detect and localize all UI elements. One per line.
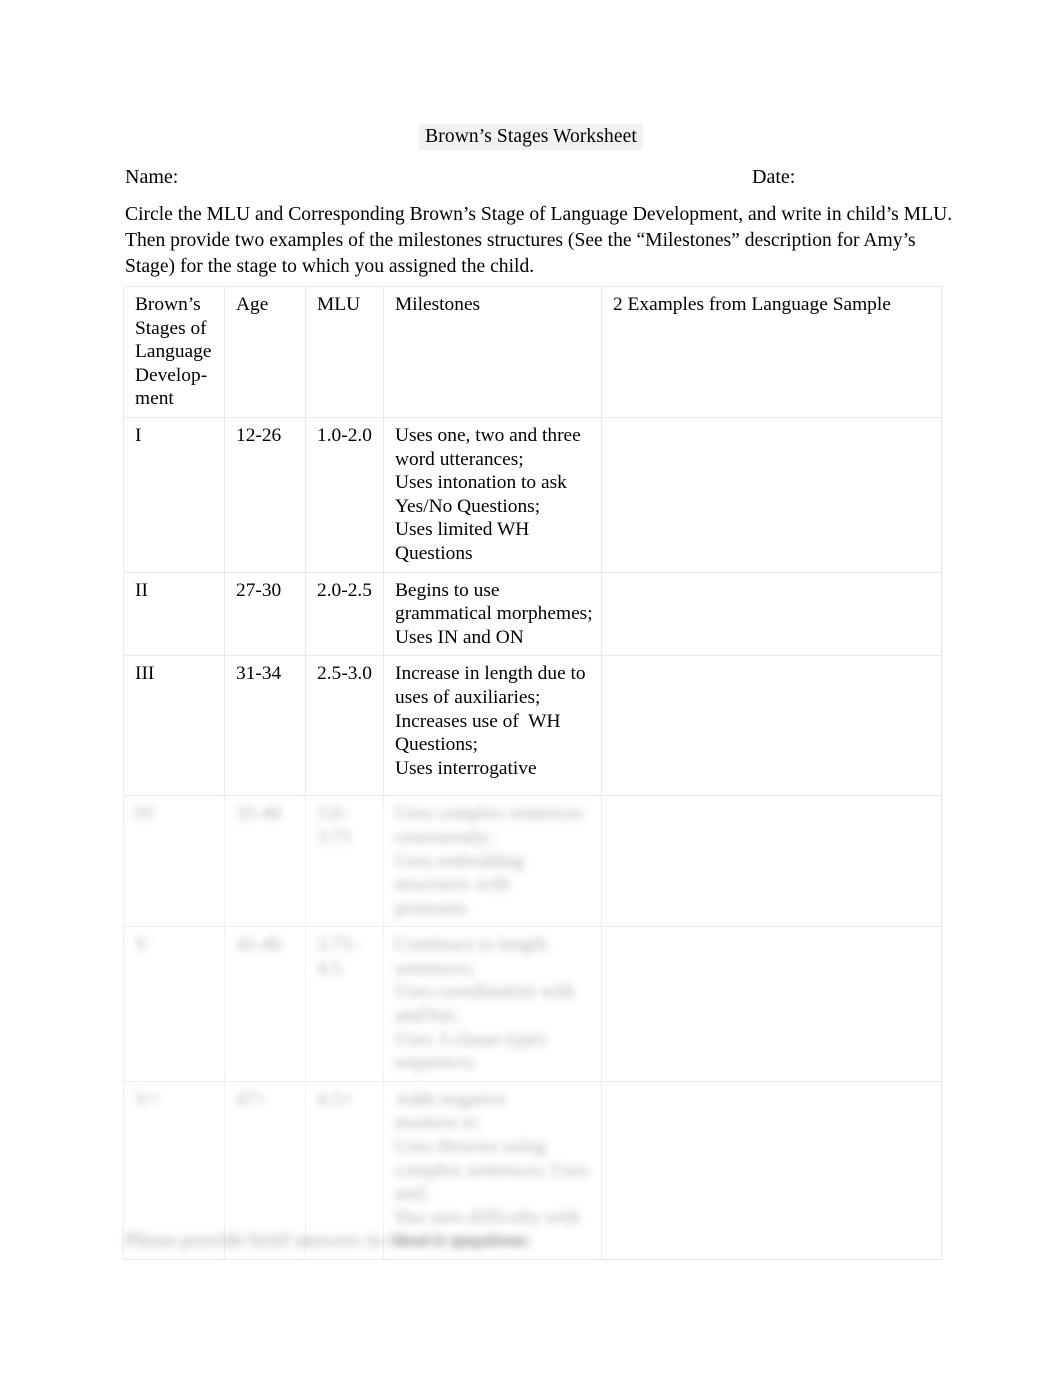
- cell-stage: V: [123, 926, 225, 1082]
- cell-age: 27-30: [224, 571, 306, 657]
- milestone-line: uses of auxiliaries;: [395, 686, 541, 708]
- milestone-line: Yes/No Questions;: [395, 495, 541, 517]
- column-header-stage-line-3: Language: [135, 341, 212, 363]
- table-header-row: Brown’s Stages of Language Develop- ment…: [123, 286, 942, 418]
- column-header-age: Age: [224, 286, 306, 418]
- milestone-line: and/but;: [395, 1005, 459, 1027]
- cell-mlu: 1.0-2.0: [305, 416, 384, 573]
- page-title: Brown’s Stages Worksheet: [0, 124, 1062, 150]
- cell-examples-answer-area[interactable]: [601, 926, 942, 1082]
- cell-milestones: Uses complex sentences consistently; Use…: [383, 795, 602, 928]
- cell-age: 12-26: [224, 416, 306, 573]
- cell-examples-answer-area[interactable]: [601, 416, 942, 573]
- cell-stage: II: [123, 571, 225, 657]
- instructions-line-3: Stage) for the stage to which you assign…: [125, 256, 535, 278]
- table-row: III 31-34 2.5-3.0 Increase in length due…: [123, 655, 942, 797]
- cell-milestones: Continues to length sentences; Uses coor…: [383, 926, 602, 1082]
- milestone-line: Increase in length due to: [395, 663, 586, 685]
- instructions-paragraph: Circle the MLU and Corresponding Brown’s…: [125, 202, 953, 281]
- cell-mlu: 2.0-2.5: [305, 571, 384, 657]
- milestone-line: Uses intonation to ask: [395, 472, 567, 494]
- milestone-line: Uses embedding: [395, 850, 524, 872]
- milestone-line: markers to: [395, 1112, 478, 1134]
- milestone-line: consistently;: [395, 826, 494, 848]
- milestone-line: Uses theories using: [395, 1136, 546, 1158]
- milestone-line: Questions;: [395, 734, 478, 756]
- browns-stages-table: Brown’s Stages of Language Develop- ment…: [123, 286, 942, 1261]
- milestone-line: Uses 3 clause types: [395, 1028, 547, 1050]
- column-header-stage-line-2: Stages of: [135, 317, 207, 339]
- milestone-line: grammatical morphemes;: [395, 603, 593, 625]
- column-header-stage: Brown’s Stages of Language Develop- ment: [123, 286, 225, 418]
- column-header-stage-line-5: ment: [135, 388, 174, 410]
- milestone-line: Adds negative: [395, 1088, 507, 1110]
- milestone-line: Uses interrogative: [395, 757, 537, 779]
- cell-milestones: Begins to use grammatical morphemes; Use…: [383, 571, 602, 657]
- milestone-line: complex sentences; Uses: [395, 1159, 589, 1181]
- date-label: Date:: [752, 166, 796, 188]
- cell-age: 31-34: [224, 655, 306, 797]
- milestone-line: Uses one, two and three: [395, 424, 581, 446]
- milestone-line: Questions: [395, 542, 473, 564]
- cell-examples-answer-area[interactable]: [601, 795, 942, 928]
- milestone-line: Has uses difficulty with: [395, 1206, 580, 1228]
- cell-examples-answer-area[interactable]: [601, 655, 942, 797]
- cell-milestones: Uses one, two and three word utterances;…: [383, 416, 602, 573]
- page-title-text: Brown’s Stages Worksheet: [419, 124, 643, 150]
- document-page: Brown’s Stages Worksheet Name: Date: Cir…: [0, 0, 1062, 1377]
- name-label: Name:: [125, 166, 179, 188]
- table-row: II 27-30 2.0-2.5 Begins to use grammatic…: [123, 571, 942, 657]
- milestone-line: Begins to use: [395, 579, 500, 601]
- table-row: I 12-26 1.0-2.0 Uses one, two and three …: [123, 416, 942, 573]
- cell-stage: IV: [123, 795, 225, 928]
- milestone-line: structures with: [395, 874, 510, 896]
- cell-examples-answer-area[interactable]: [601, 571, 942, 657]
- column-header-milestones: Milestones: [383, 286, 602, 418]
- column-header-mlu: MLU: [305, 286, 384, 418]
- cell-mlu: 3.75-4.5: [305, 926, 384, 1082]
- column-header-examples: 2 Examples from Language Sample: [601, 286, 942, 418]
- milestone-line: word utterances;: [395, 448, 524, 470]
- instructions-line-2: Then provide two examples of the milesto…: [125, 230, 916, 252]
- column-header-stage-line-1: Brown’s: [135, 294, 201, 315]
- milestone-line: and;: [395, 1183, 429, 1205]
- milestone-line: Uses limited WH: [395, 519, 530, 541]
- milestone-line: Uses IN and ON: [395, 626, 524, 648]
- milestone-line: Uses complex sentences: [395, 803, 584, 825]
- cell-stage: I: [123, 416, 225, 573]
- instructions-line-1: Circle the MLU and Corresponding Brown’s…: [125, 204, 953, 225]
- cell-mlu: 2.5-3.0: [305, 655, 384, 797]
- cell-stage: III: [123, 655, 225, 797]
- table-row: V 41-46 3.75-4.5 Continues to length sen…: [123, 926, 942, 1082]
- footer-note: Please provide brief answers to these 2 …: [125, 1230, 533, 1251]
- milestone-line: Continues to length: [395, 934, 547, 956]
- column-header-stage-line-4: Develop-: [135, 364, 208, 386]
- milestone-line: sentences;: [395, 957, 475, 979]
- cell-age: 35-40: [224, 795, 306, 928]
- cell-milestones: Increase in length due to uses of auxili…: [383, 655, 602, 797]
- cell-age: 41-46: [224, 926, 306, 1082]
- milestone-line: Increases use of WH: [395, 710, 561, 732]
- milestone-line: pronouns: [395, 897, 468, 919]
- table-row: IV 35-40 3.0-3.75 Uses complex sentences…: [123, 795, 942, 928]
- milestone-line: Uses coordination with: [395, 981, 575, 1003]
- milestone-line: sequences: [395, 1052, 474, 1074]
- cell-mlu: 3.0-3.75: [305, 795, 384, 928]
